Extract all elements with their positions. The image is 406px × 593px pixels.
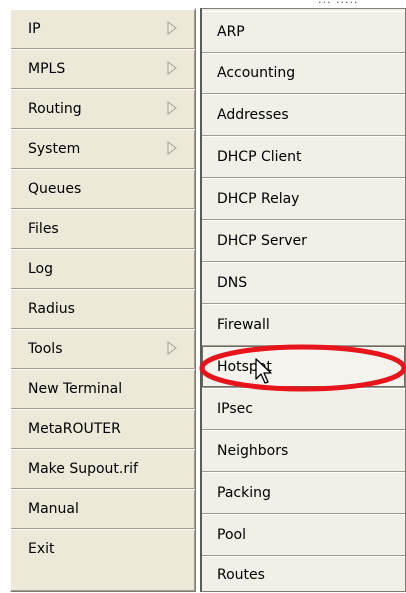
menu-item-mpls[interactable]: MPLS xyxy=(11,49,195,89)
menu-item-system[interactable]: System xyxy=(11,129,195,169)
menu-item-make-supout[interactable]: Make Supout.rif xyxy=(11,449,195,489)
menu-item-label: Make Supout.rif xyxy=(28,460,138,477)
submenu-item-packing[interactable]: Packing xyxy=(202,472,405,514)
menu-item-label: Log xyxy=(28,260,54,277)
submenu-item-label: Hotspot xyxy=(217,358,272,375)
menu-item-label: Radius xyxy=(28,300,75,317)
menu-item-label: MetaROUTER xyxy=(28,420,121,437)
menu-item-radius[interactable]: Radius xyxy=(11,289,195,329)
submenu-item-neighbors[interactable]: Neighbors xyxy=(202,430,405,472)
menu-item-metarouter[interactable]: MetaROUTER xyxy=(11,409,195,449)
menu-item-new-terminal[interactable]: New Terminal xyxy=(11,369,195,409)
submenu-item-dhcp-client[interactable]: DHCP Client xyxy=(202,136,405,178)
submenu-arrow-icon xyxy=(167,61,177,75)
submenu-arrow-icon xyxy=(167,21,177,35)
menu-item-label: New Terminal xyxy=(28,380,123,397)
submenu-item-label: Neighbors xyxy=(217,442,289,459)
submenu-item-label: IPsec xyxy=(217,400,253,417)
submenu-item-arp[interactable]: ARP xyxy=(202,11,405,53)
menu-item-label: IP xyxy=(28,20,41,37)
menu-item-tools[interactable]: Tools xyxy=(11,329,195,369)
submenu-item-label: DHCP Server xyxy=(217,232,307,249)
submenu-arrow-icon xyxy=(167,341,177,355)
submenu-item-label: Packing xyxy=(217,484,271,501)
ip-submenu: ARP Accounting Addresses DHCP Client DHC… xyxy=(200,8,406,592)
submenu-item-addresses[interactable]: Addresses xyxy=(202,94,405,136)
menu-item-label: Manual xyxy=(28,500,79,517)
submenu-item-routes[interactable]: Routes xyxy=(202,556,405,593)
submenu-item-pool[interactable]: Pool xyxy=(202,514,405,556)
menu-item-label: Files xyxy=(28,220,59,237)
main-menu: IP MPLS Routing System Queues Files Log … xyxy=(10,8,196,592)
top-strip: ··· ····· xyxy=(0,0,406,9)
submenu-item-dns[interactable]: DNS xyxy=(202,262,405,304)
submenu-item-label: Routes xyxy=(217,566,265,583)
submenu-item-label: DHCP Relay xyxy=(217,190,300,207)
menu-item-routing[interactable]: Routing xyxy=(11,89,195,129)
submenu-item-dhcp-server[interactable]: DHCP Server xyxy=(202,220,405,262)
submenu-item-label: Addresses xyxy=(217,106,289,123)
menu-item-manual[interactable]: Manual xyxy=(11,489,195,529)
submenu-item-firewall[interactable]: Firewall xyxy=(202,304,405,346)
menu-item-queues[interactable]: Queues xyxy=(11,169,195,209)
submenu-item-label: ARP xyxy=(217,23,245,40)
menu-item-label: MPLS xyxy=(28,60,66,77)
submenu-arrow-icon xyxy=(167,101,177,115)
submenu-item-accounting[interactable]: Accounting xyxy=(202,53,405,94)
submenu-item-label: Firewall xyxy=(217,316,270,333)
submenu-item-label: DHCP Client xyxy=(217,148,302,165)
submenu-item-label: Accounting xyxy=(217,65,296,81)
submenu-item-label: DNS xyxy=(217,274,248,291)
submenu-item-ipsec[interactable]: IPsec xyxy=(202,388,405,430)
submenu-item-hotspot[interactable]: Hotspot xyxy=(202,346,405,388)
submenu-item-dhcp-relay[interactable]: DHCP Relay xyxy=(202,178,405,220)
menu-item-exit[interactable]: Exit xyxy=(11,529,195,593)
menu-item-label: Exit xyxy=(28,541,55,557)
menu-item-ip[interactable]: IP xyxy=(11,9,195,49)
menu-item-label: Tools xyxy=(28,340,63,357)
menu-item-files[interactable]: Files xyxy=(11,209,195,249)
menu-item-label: Queues xyxy=(28,180,82,197)
menu-item-label: System xyxy=(28,140,81,157)
submenu-item-label: Pool xyxy=(217,526,246,543)
menu-item-label: Routing xyxy=(28,100,82,117)
menu-item-log[interactable]: Log xyxy=(11,249,195,289)
submenu-arrow-icon xyxy=(167,141,177,155)
